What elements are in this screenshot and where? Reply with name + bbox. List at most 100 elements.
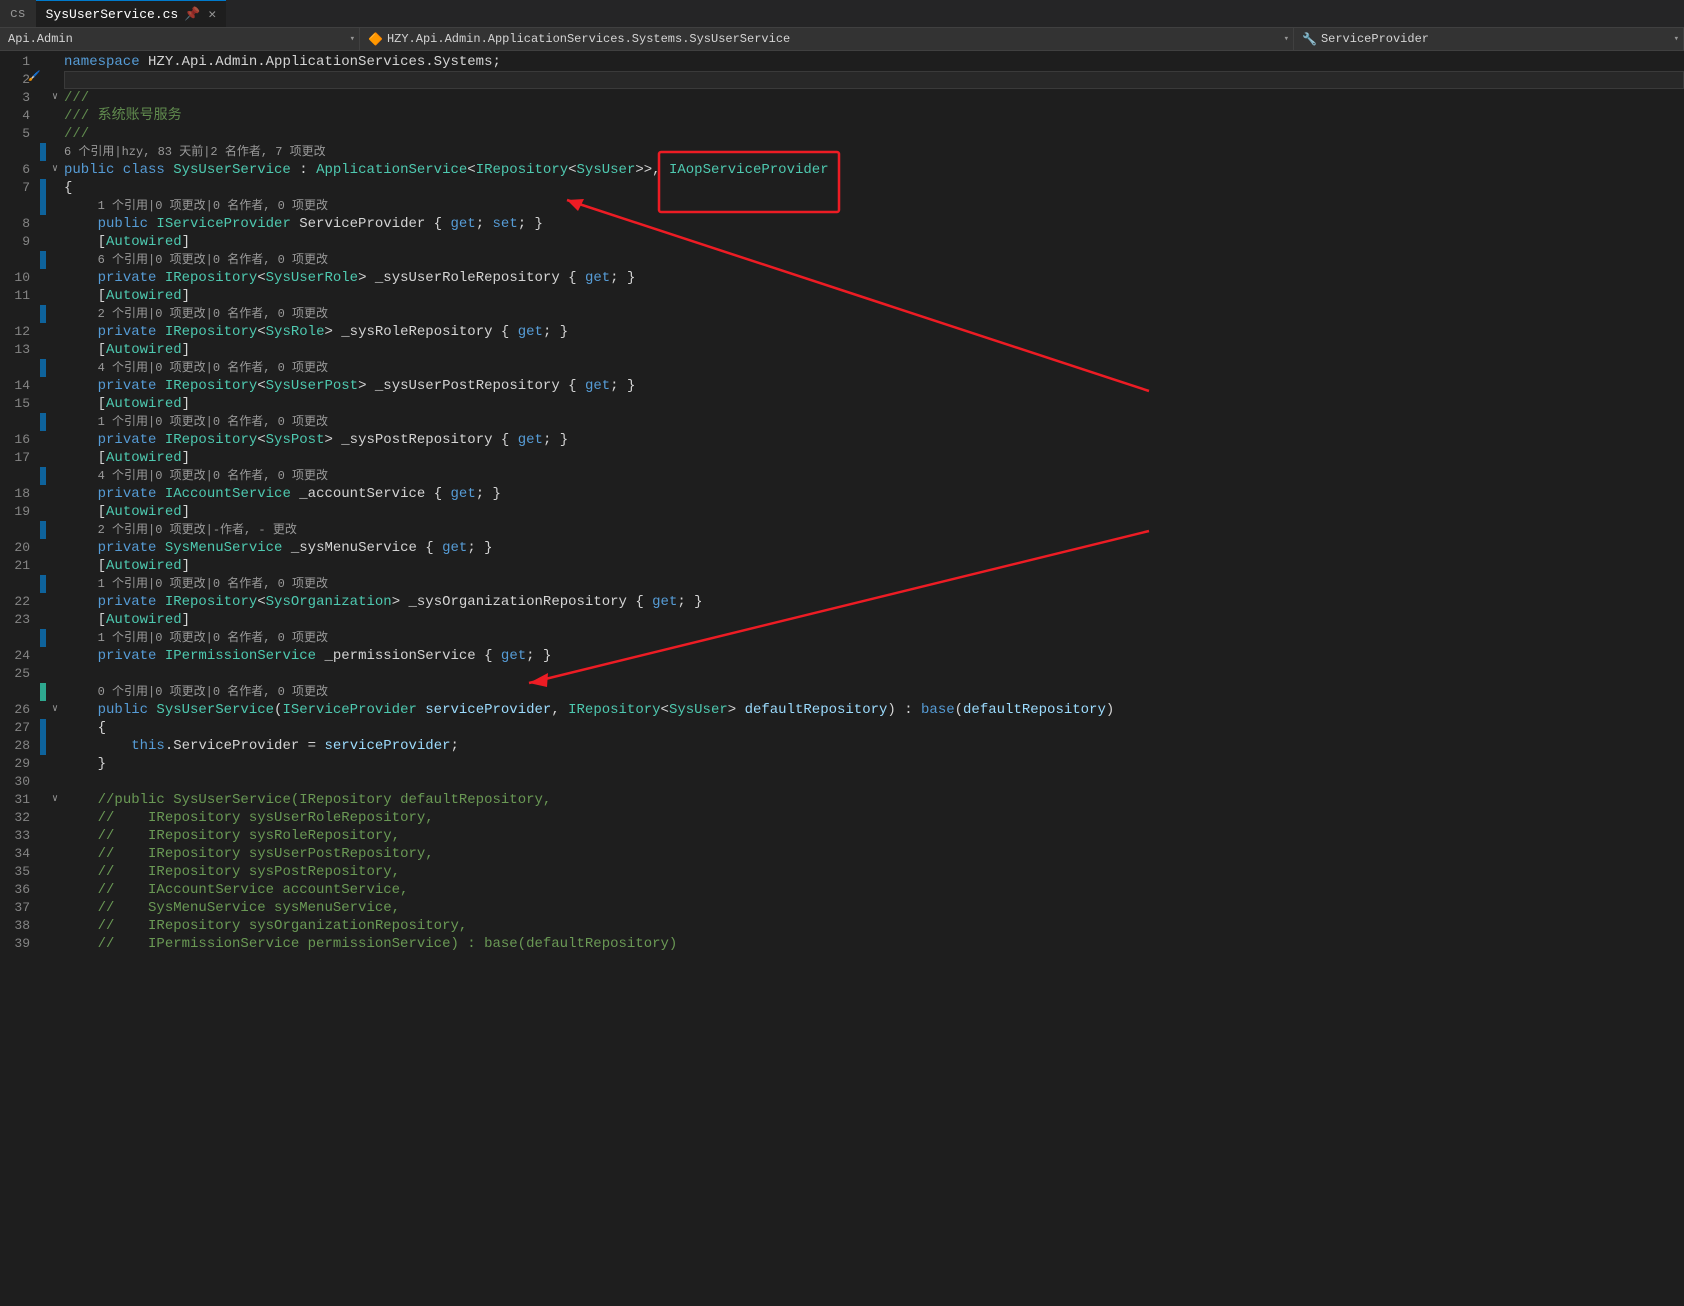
line-number: 21 [0, 557, 40, 575]
pin-icon[interactable]: 📌 [184, 7, 200, 22]
code-line[interactable]: 1 个引用|0 项更改|0 名作者, 0 项更改 [64, 575, 1684, 593]
nav-scope[interactable]: Api.Admin ▾ [0, 28, 360, 50]
fold-toggle [46, 665, 64, 683]
code-line[interactable]: // IAccountService accountService, [64, 881, 1684, 899]
code-line[interactable]: [Autowired] [64, 611, 1684, 629]
line-number: 15 [0, 395, 40, 413]
fold-toggle [46, 737, 64, 755]
fold-toggle [46, 539, 64, 557]
code-line[interactable]: { [64, 179, 1684, 197]
fold-toggle [46, 935, 64, 953]
fold-toggle [46, 143, 64, 161]
line-number-gutter: 1234567891011121314151617181920212223242… [0, 51, 40, 1306]
line-number: 30 [0, 773, 40, 791]
code-line[interactable]: 2 个引用|0 项更改|-作者, - 更改 [64, 521, 1684, 539]
breadcrumb-bar: Api.Admin ▾ 🔶 HZY.Api.Admin.ApplicationS… [0, 27, 1684, 51]
code-line[interactable]: [Autowired] [64, 557, 1684, 575]
line-number [0, 629, 40, 647]
code-line[interactable]: [Autowired] [64, 233, 1684, 251]
code-line[interactable]: namespace HZY.Api.Admin.ApplicationServi… [64, 53, 1684, 71]
fold-toggle [46, 215, 64, 233]
code-line[interactable]: private IRepository<SysPost> _sysPostRep… [64, 431, 1684, 449]
line-number: 19 [0, 503, 40, 521]
fold-toggle [46, 863, 64, 881]
code-line[interactable]: // IRepository sysRoleRepository, [64, 827, 1684, 845]
code-line[interactable]: [Autowired] [64, 341, 1684, 359]
nav-member[interactable]: 🔧 ServiceProvider ▾ [1294, 28, 1684, 50]
code-line[interactable]: // IPermissionService permissionService)… [64, 935, 1684, 953]
fold-toggle [46, 917, 64, 935]
code-line[interactable]: // IRepository sysUserPostRepository, [64, 845, 1684, 863]
line-number: 7 [0, 179, 40, 197]
fold-toggle[interactable]: ∨ [46, 791, 64, 809]
nav-member-label: ServiceProvider [1321, 32, 1429, 46]
code-line[interactable]: public class SysUserService : Applicatio… [64, 161, 1684, 179]
code-line[interactable]: [Autowired] [64, 503, 1684, 521]
code-line[interactable] [64, 773, 1684, 791]
brush-icon: 🖌️ [28, 71, 40, 83]
code-line[interactable]: [Autowired] [64, 449, 1684, 467]
code-line[interactable]: /// 系统账号服务 [64, 107, 1684, 125]
code-line[interactable] [64, 665, 1684, 683]
fold-toggle[interactable]: ∨ [46, 89, 64, 107]
code-line[interactable]: /// [64, 125, 1684, 143]
code-line[interactable]: 6 个引用|0 项更改|0 名作者, 0 项更改 [64, 251, 1684, 269]
line-number [0, 305, 40, 323]
code-line[interactable]: private SysMenuService _sysMenuService {… [64, 539, 1684, 557]
code-line[interactable]: public IServiceProvider ServiceProvider … [64, 215, 1684, 233]
code-line[interactable]: public SysUserService(IServiceProvider s… [64, 701, 1684, 719]
code-line[interactable]: this.ServiceProvider = serviceProvider; [64, 737, 1684, 755]
code-line[interactable]: private IRepository<SysRole> _sysRoleRep… [64, 323, 1684, 341]
editor[interactable]: 1234567891011121314151617181920212223242… [0, 51, 1684, 1306]
chevron-down-icon[interactable]: ▾ [350, 34, 355, 44]
fold-toggle[interactable]: ∨ [46, 701, 64, 719]
fold-toggle [46, 377, 64, 395]
code-line[interactable]: private IRepository<SysUserRole> _sysUse… [64, 269, 1684, 287]
code-line[interactable]: // SysMenuService sysMenuService, [64, 899, 1684, 917]
code-line[interactable]: 1 个引用|0 项更改|0 名作者, 0 项更改 [64, 629, 1684, 647]
code-line[interactable]: // IRepository sysUserRoleRepository, [64, 809, 1684, 827]
code-line[interactable] [64, 71, 1684, 89]
code-surface[interactable]: namespace HZY.Api.Admin.ApplicationServi… [64, 51, 1684, 1306]
code-line[interactable]: 4 个引用|0 项更改|0 名作者, 0 项更改 [64, 359, 1684, 377]
line-number [0, 467, 40, 485]
chevron-down-icon[interactable]: ▾ [1674, 34, 1679, 44]
fold-toggle [46, 719, 64, 737]
fold-toggle [46, 287, 64, 305]
code-line[interactable]: private IRepository<SysOrganization> _sy… [64, 593, 1684, 611]
code-line[interactable]: private IAccountService _accountService … [64, 485, 1684, 503]
code-line[interactable]: [Autowired] [64, 395, 1684, 413]
tab-active[interactable]: SysUserService.cs 📌 ✕ [36, 0, 227, 27]
tab-inactive[interactable]: cs [0, 0, 36, 27]
line-number: 5 [0, 125, 40, 143]
line-number [0, 359, 40, 377]
code-line[interactable]: //public SysUserService(IRepository defa… [64, 791, 1684, 809]
code-line[interactable]: private IPermissionService _permissionSe… [64, 647, 1684, 665]
code-line[interactable]: // IRepository sysOrganizationRepository… [64, 917, 1684, 935]
line-number: 32 [0, 809, 40, 827]
close-icon[interactable]: ✕ [208, 7, 216, 22]
line-number: 24 [0, 647, 40, 665]
fold-toggle[interactable]: ∨ [46, 161, 64, 179]
code-line[interactable]: 4 个引用|0 项更改|0 名作者, 0 项更改 [64, 467, 1684, 485]
fold-toggle [46, 521, 64, 539]
line-number: 12 [0, 323, 40, 341]
chevron-down-icon[interactable]: ▾ [1284, 34, 1289, 44]
code-line[interactable]: { [64, 719, 1684, 737]
code-line[interactable]: 6 个引用|hzy, 83 天前|2 名作者, 7 项更改 [64, 143, 1684, 161]
fold-toggle [46, 107, 64, 125]
code-line[interactable]: // IRepository sysPostRepository, [64, 863, 1684, 881]
fold-toggle [46, 341, 64, 359]
code-line[interactable]: } [64, 755, 1684, 773]
code-line[interactable]: private IRepository<SysUserPost> _sysUse… [64, 377, 1684, 395]
code-line[interactable]: [Autowired] [64, 287, 1684, 305]
code-line[interactable]: 0 个引用|0 项更改|0 名作者, 0 项更改 [64, 683, 1684, 701]
code-line[interactable]: 2 个引用|0 项更改|0 名作者, 0 项更改 [64, 305, 1684, 323]
code-line[interactable]: 1 个引用|0 项更改|0 名作者, 0 项更改 [64, 413, 1684, 431]
code-line[interactable]: 1 个引用|0 项更改|0 名作者, 0 项更改 [64, 197, 1684, 215]
line-number: 1 [0, 53, 40, 71]
code-line[interactable]: /// [64, 89, 1684, 107]
nav-class[interactable]: 🔶 HZY.Api.Admin.ApplicationServices.Syst… [360, 28, 1294, 50]
fold-toggle [46, 305, 64, 323]
line-number: 36 [0, 881, 40, 899]
